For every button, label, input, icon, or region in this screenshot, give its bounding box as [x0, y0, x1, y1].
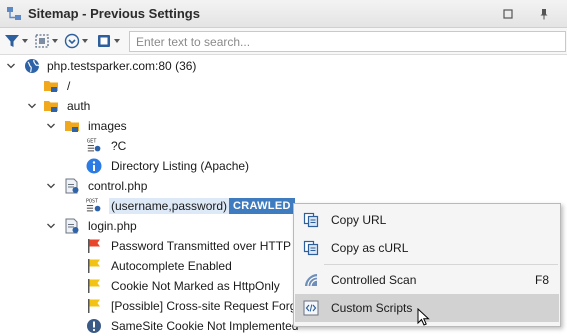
tree-node-root[interactable]: php.testsparker.com:80 (36) [0, 56, 300, 76]
directory-listing-label: Directory Listing (Apache) [111, 159, 250, 173]
file-icon [65, 178, 79, 194]
info-icon [86, 158, 102, 174]
root-label: php.testsparker.com:80 (36) [47, 59, 197, 73]
tree-node-issue[interactable]: [Possible] Cross-site Request Forge [0, 296, 304, 316]
svg-text:GET: GET [87, 138, 97, 144]
chevron-down-icon[interactable] [46, 221, 56, 231]
login-php-label: login.php [88, 219, 137, 233]
menu-item-controlled-scan[interactable]: Controlled Scan F8 [295, 266, 559, 294]
toolbar [0, 28, 567, 55]
copy-icon [303, 240, 319, 256]
pin-icon[interactable] [536, 6, 552, 22]
chevron-down-icon[interactable] [46, 181, 56, 191]
severity-filter-button[interactable] [34, 32, 58, 50]
restore-icon[interactable] [500, 6, 516, 22]
red-flag-icon [88, 239, 100, 253]
tree-node-issue[interactable]: Autocomplete Enabled [0, 256, 300, 276]
file-icon [65, 218, 79, 234]
view-options-button[interactable] [96, 32, 120, 50]
menu-separator [324, 264, 558, 265]
tree-node-control-post[interactable]: POST (username,password) CRAWLED [0, 196, 300, 216]
control-php-label: control.php [88, 179, 148, 193]
tree-node-issue[interactable]: Password Transmitted over HTTP [0, 236, 300, 256]
frame-icon [35, 34, 49, 48]
menu-item-label: Copy as cURL [331, 241, 409, 255]
tree-node-slash[interactable]: / [0, 76, 200, 96]
folder-icon [44, 81, 58, 92]
menu-item-label: Custom Scripts [331, 301, 413, 315]
chevron-down-icon[interactable] [27, 101, 37, 111]
tree-node-get-c[interactable]: GET ?C [0, 136, 220, 156]
issue-label: Autocomplete Enabled [111, 259, 232, 273]
control-post-label: (username,password) [109, 198, 230, 214]
post-request-icon: POST [86, 198, 101, 212]
copy-icon [303, 212, 319, 228]
mouse-cursor-icon [417, 308, 430, 326]
window-title: Sitemap - Previous Settings [28, 6, 200, 21]
menu-item-label: Controlled Scan [331, 273, 417, 287]
issue-label: SameSite Cookie Not Implemented [111, 319, 299, 333]
expand-collapse-button[interactable] [64, 32, 88, 50]
crawled-badge: CRAWLED [229, 198, 295, 214]
menu-item-copy-curl[interactable]: Copy as cURL [295, 234, 559, 262]
tree-node-control-php[interactable]: control.php [0, 176, 220, 196]
menu-item-label: Copy URL [331, 213, 387, 227]
menu-item-copy-url[interactable]: Copy URL [295, 206, 559, 234]
folder-icon [44, 101, 58, 112]
yellow-flag-icon [88, 279, 100, 293]
exclamation-icon [87, 319, 101, 333]
get-request-icon: GET [87, 138, 101, 152]
panel-icon [98, 35, 110, 47]
issue-label: Cookie Not Marked as HttpOnly [111, 279, 280, 293]
code-icon [303, 300, 319, 316]
auth-label: auth [67, 99, 91, 113]
yellow-flag-icon [88, 299, 100, 313]
chevron-circle-icon [64, 33, 80, 49]
menu-item-shortcut: F8 [534, 273, 549, 287]
svg-text:POST: POST [86, 198, 98, 204]
sitemap-icon [7, 6, 21, 20]
issue-label: Password Transmitted over HTTP [111, 239, 292, 253]
tree-node-directory-listing[interactable]: Directory Listing (Apache) [0, 156, 300, 176]
filter-icon [5, 35, 19, 47]
chevron-down-icon[interactable] [46, 121, 56, 131]
search-input[interactable] [129, 31, 566, 52]
scan-icon [305, 274, 318, 287]
tree-node-auth[interactable]: auth [0, 96, 200, 116]
globe-icon [25, 59, 40, 73]
tree-node-issue[interactable]: Cookie Not Marked as HttpOnly [0, 276, 300, 296]
tree-node-images[interactable]: images [0, 116, 220, 136]
folder-icon [65, 121, 79, 132]
filter-button[interactable] [4, 32, 28, 50]
images-label: images [88, 119, 127, 133]
get-c-label: ?C [111, 139, 127, 153]
issue-label: [Possible] Cross-site Request Forge [111, 299, 304, 313]
tree-node-issue[interactable]: SameSite Cookie Not Implemented [0, 316, 300, 336]
tree-node-login-php[interactable]: login.php [0, 216, 220, 236]
yellow-flag-icon [88, 259, 100, 273]
chevron-down-icon[interactable] [6, 61, 16, 71]
title-bar: Sitemap - Previous Settings [0, 0, 567, 28]
slash-label: / [67, 79, 71, 93]
